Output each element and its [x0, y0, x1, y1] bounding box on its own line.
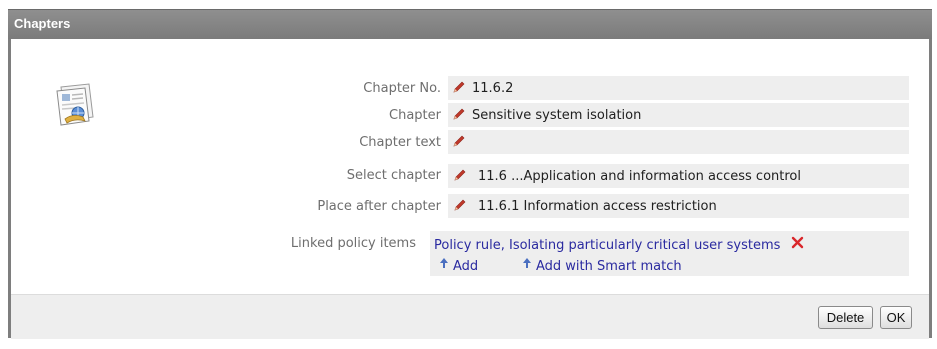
- linked-policy-items-field: Policy rule, Isolating particularly crit…: [430, 231, 909, 276]
- chapter-no-label: Chapter No.: [363, 81, 441, 96]
- pencil-icon[interactable]: [453, 198, 467, 212]
- linked-policy-items-label: Linked policy items: [290, 236, 416, 251]
- chapters-dialog: Chapters Chapter No. 11.6.2 Chapter Sens…: [8, 9, 932, 339]
- remove-icon[interactable]: [791, 236, 804, 249]
- chapter-text-label: Chapter text: [359, 135, 441, 150]
- pencil-icon[interactable]: [452, 80, 466, 94]
- select-chapter-field[interactable]: 11.6 ...Application and information acce…: [448, 164, 909, 188]
- dialog-footer: Delete OK: [11, 294, 929, 339]
- dialog-title: Chapters: [14, 16, 71, 31]
- place-after-chapter-field[interactable]: 11.6.1 Information access restriction: [448, 194, 909, 218]
- chapter-no-field[interactable]: 11.6.2: [448, 76, 909, 100]
- pencil-icon[interactable]: [452, 134, 466, 148]
- document-icon: [56, 83, 94, 126]
- place-after-chapter-label: Place after chapter: [317, 199, 441, 214]
- pencil-icon[interactable]: [452, 107, 466, 121]
- chapter-value: Sensitive system isolation: [472, 108, 642, 123]
- ok-button[interactable]: OK: [880, 306, 912, 329]
- delete-button[interactable]: Delete: [818, 306, 873, 329]
- add-with-smart-match-link[interactable]: Add with Smart match: [536, 259, 682, 274]
- select-chapter-label: Select chapter: [346, 168, 441, 183]
- chapter-label: Chapter: [389, 108, 441, 123]
- chapter-field[interactable]: Sensitive system isolation: [448, 103, 909, 127]
- pencil-icon[interactable]: [453, 168, 467, 182]
- select-chapter-value: 11.6 ...Application and information acce…: [478, 169, 801, 184]
- chapter-text-field[interactable]: [448, 130, 909, 154]
- add-link[interactable]: Add: [453, 259, 478, 274]
- title-bar[interactable]: Chapters: [8, 9, 932, 39]
- place-after-chapter-value: 11.6.1 Information access restriction: [478, 199, 717, 214]
- linked-policy-link[interactable]: Policy rule, Isolating particularly crit…: [434, 238, 780, 253]
- arrow-up-icon[interactable]: [521, 257, 533, 269]
- chapter-no-value: 11.6.2: [472, 81, 514, 96]
- arrow-up-icon[interactable]: [438, 257, 450, 269]
